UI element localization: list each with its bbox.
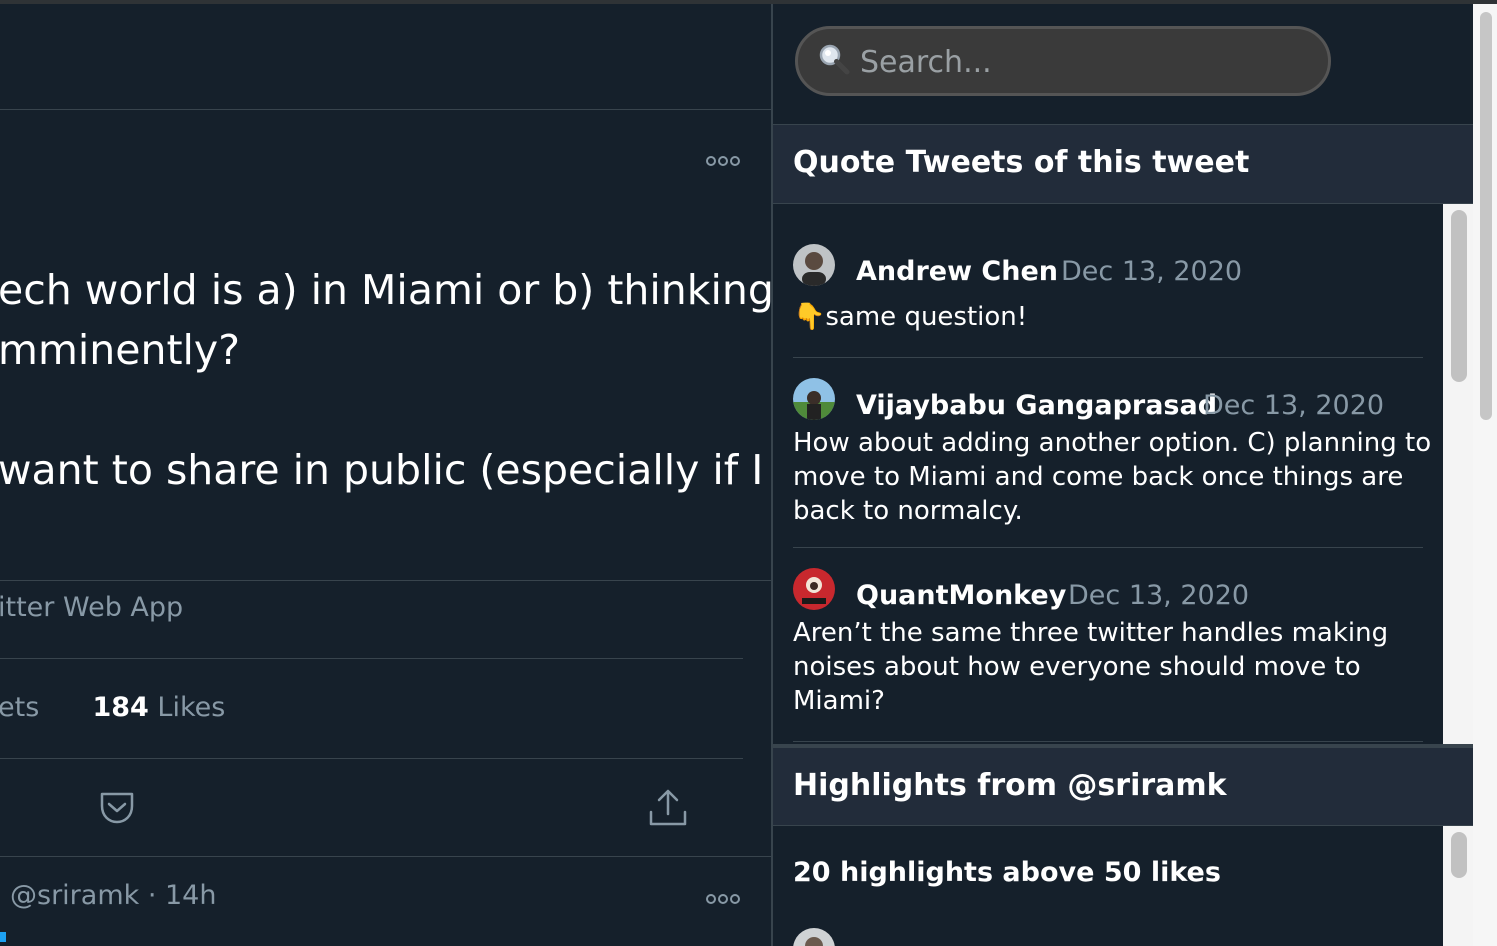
- pocket-icon: [100, 792, 134, 824]
- quote-date[interactable]: Dec 13, 2020: [1203, 390, 1384, 421]
- avatar[interactable]: [793, 244, 835, 286]
- quote-date[interactable]: Dec 13, 2020: [1068, 580, 1249, 611]
- tweet-text-line-2: mminently?: [0, 326, 240, 374]
- quote-tweets-scrollbar-thumb[interactable]: [1451, 210, 1467, 382]
- stats-divider: [0, 758, 743, 759]
- quote-author[interactable]: Vijaybabu Gangaprasad: [856, 390, 1217, 421]
- header-divider: [0, 109, 771, 110]
- highlights-subtitle: 20 highlights above 50 likes: [793, 857, 1221, 888]
- quote-tweet-item[interactable]: QuantMonkey Dec 13, 2020 Aren’t the same…: [793, 568, 1423, 742]
- highlights-title: Highlights from @sriramk: [793, 768, 1227, 803]
- quote-text: 👇same question!: [793, 302, 1028, 332]
- retweets-label[interactable]: ets: [0, 692, 39, 723]
- quote-tweets-list[interactable]: Andrew Chen Dec 13, 2020 👇same question!…: [773, 204, 1443, 744]
- more-dots-icon: [706, 894, 740, 904]
- avatar-sriramk-icon: [793, 928, 835, 946]
- avatar-quantmonkey-icon: [793, 568, 835, 610]
- quote-author[interactable]: Andrew Chen: [856, 256, 1058, 287]
- highlights-scrollbar-thumb[interactable]: [1451, 832, 1467, 878]
- highlights-header: Highlights from @sriramk: [773, 744, 1473, 826]
- quote-divider: [793, 741, 1423, 742]
- likes-label[interactable]: Likes: [157, 692, 225, 723]
- sidebar-panel: Quote Tweets of this tweet Andrew Chen D…: [771, 4, 1473, 946]
- tweet-body-divider: [0, 580, 771, 581]
- actions-divider: [0, 856, 771, 857]
- browser-scrollbar-thumb[interactable]: [1480, 12, 1492, 420]
- search-input[interactable]: [858, 29, 1322, 95]
- avatar[interactable]: [793, 928, 835, 946]
- avatar[interactable]: [793, 568, 835, 610]
- quote-tweet-item[interactable]: Andrew Chen Dec 13, 2020 👇same question!: [793, 244, 1423, 358]
- quote-date[interactable]: Dec 13, 2020: [1061, 256, 1242, 287]
- tweet-detail-column: ech world is a) in Miami or b) thinking …: [0, 4, 771, 946]
- tweet-text-line-3: want to share in public (especially if I: [0, 446, 764, 494]
- reply-link-fragment[interactable]: [0, 932, 6, 942]
- tweet-more-options-button[interactable]: [706, 150, 740, 170]
- tweet-source[interactable]: itter Web App: [0, 592, 183, 623]
- share-icon: [649, 789, 687, 826]
- quote-text: Aren’t the same three twitter handles ma…: [793, 618, 1389, 716]
- quote-tweets-title: Quote Tweets of this tweet: [793, 145, 1250, 180]
- quote-tweets-header: Quote Tweets of this tweet: [773, 124, 1473, 204]
- reply-handle-time[interactable]: @sriramk · 14h: [10, 880, 216, 911]
- quote-divider: [793, 357, 1423, 358]
- avatar[interactable]: [793, 378, 835, 420]
- avatar-vijaybabu-icon: [793, 378, 835, 420]
- quote-author[interactable]: QuantMonkey: [856, 580, 1066, 611]
- save-pocket-button[interactable]: [98, 790, 136, 830]
- likes-count[interactable]: 184: [92, 692, 148, 723]
- search-box[interactable]: [795, 26, 1331, 96]
- quote-text: How about adding another option. C) plan…: [793, 428, 1432, 526]
- meta-divider: [0, 658, 743, 659]
- more-dots-icon: [706, 156, 740, 166]
- avatar-andrew-chen-icon: [793, 244, 835, 286]
- quote-divider: [793, 547, 1423, 548]
- share-button[interactable]: [648, 788, 688, 832]
- tweet-stats: ets 184 Likes: [0, 692, 225, 723]
- quote-tweet-item[interactable]: Vijaybabu Gangaprasad Dec 13, 2020 How a…: [793, 378, 1431, 548]
- tweet-text-line-1: ech world is a) in Miami or b) thinking: [0, 266, 771, 314]
- search-icon: [819, 44, 850, 75]
- reply-more-options-button[interactable]: [706, 888, 740, 908]
